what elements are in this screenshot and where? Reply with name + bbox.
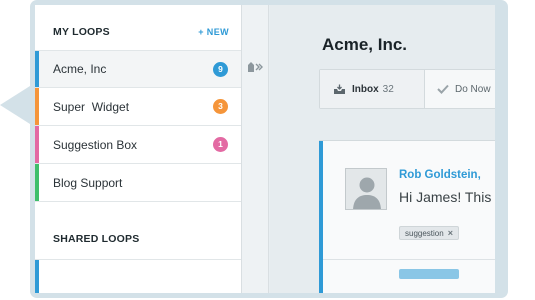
tag-label: suggestion bbox=[405, 228, 444, 238]
loop-list: Acme, Inc 9 Super Widget 3 Suggestion Bo… bbox=[35, 50, 241, 202]
collapse-sidebar-icon bbox=[248, 62, 263, 72]
popover-pointer bbox=[0, 86, 30, 124]
unread-count-badge: 1 bbox=[213, 137, 228, 152]
shared-loops-header: SHARED LOOPS bbox=[53, 229, 229, 249]
loop-item-suggestion-box[interactable]: Suggestion Box 1 bbox=[35, 126, 241, 164]
shared-loop-color-bar bbox=[35, 260, 39, 293]
checkmark-icon bbox=[437, 84, 449, 94]
loop-item-blog-support[interactable]: Blog Support bbox=[35, 164, 241, 202]
collapse-sidebar-button[interactable] bbox=[246, 60, 264, 74]
default-user-icon bbox=[346, 169, 386, 209]
tab-inbox-label: Inbox bbox=[352, 83, 379, 95]
divider bbox=[35, 259, 241, 260]
next-message-author-placeholder bbox=[399, 269, 459, 279]
app-window: MY LOOPS + NEW Acme, Inc 9 Super Widget … bbox=[35, 5, 495, 293]
tag-chip: suggestion × bbox=[399, 226, 459, 240]
avatar bbox=[345, 168, 387, 210]
remove-tag-icon[interactable]: × bbox=[448, 228, 453, 238]
new-loop-button[interactable]: + NEW bbox=[198, 27, 229, 37]
loop-color-bar bbox=[35, 126, 39, 163]
loop-color-bar bbox=[35, 51, 39, 87]
tab-inbox-count: 32 bbox=[382, 83, 394, 95]
inbox-tray-icon bbox=[334, 84, 345, 94]
my-loops-header: MY LOOPS + NEW bbox=[53, 22, 229, 42]
shared-loops-title: SHARED LOOPS bbox=[53, 233, 140, 245]
sidebar-collapse-strip bbox=[242, 5, 269, 293]
divider bbox=[323, 259, 495, 260]
loop-item-acme[interactable]: Acme, Inc 9 bbox=[35, 50, 241, 88]
loop-item-label: Blog Support bbox=[53, 175, 123, 190]
my-loops-title: MY LOOPS bbox=[53, 26, 110, 38]
loop-color-bar bbox=[35, 88, 39, 125]
tab-do-now[interactable]: Do Now bbox=[425, 70, 491, 108]
sidebar: MY LOOPS + NEW Acme, Inc 9 Super Widget … bbox=[35, 5, 242, 293]
loop-item-label: Acme, Inc bbox=[53, 62, 107, 76]
loop-item-label: Super Widget bbox=[53, 99, 130, 114]
unread-count-badge: 3 bbox=[213, 99, 228, 114]
message-card[interactable]: Rob Goldstein, Hi James! This suggestion… bbox=[319, 140, 495, 293]
main-panel: Acme, Inc. Inbox 32 Do Now Rob Goldstein… bbox=[270, 5, 495, 293]
unread-count-badge: 9 bbox=[213, 61, 228, 77]
view-tabs: Inbox 32 Do Now bbox=[319, 69, 495, 109]
message-accent-bar bbox=[319, 141, 323, 293]
message-author[interactable]: Rob Goldstein, bbox=[399, 169, 481, 181]
message-preview: Hi James! This bbox=[399, 189, 492, 205]
tab-do-now-label: Do Now bbox=[455, 83, 491, 95]
loop-color-bar bbox=[35, 164, 39, 201]
loop-item-label: Suggestion Box bbox=[53, 137, 138, 152]
loop-item-super-widget[interactable]: Super Widget 3 bbox=[35, 88, 241, 126]
app-frame: MY LOOPS + NEW Acme, Inc 9 Super Widget … bbox=[30, 0, 508, 298]
tab-inbox[interactable]: Inbox 32 bbox=[320, 70, 425, 108]
page-title: Acme, Inc. bbox=[322, 35, 408, 54]
